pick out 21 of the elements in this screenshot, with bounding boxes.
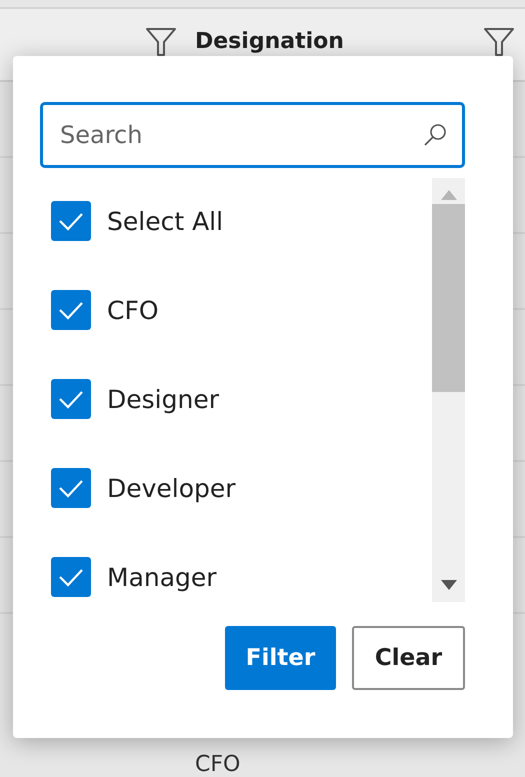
checkbox[interactable]	[51, 290, 91, 330]
scrollbar-thumb[interactable]	[432, 204, 465, 392]
checkbox[interactable]	[51, 468, 91, 508]
checkbox-label[interactable]: Developer	[107, 474, 236, 502]
checkbox[interactable]	[51, 201, 91, 241]
column-header[interactable]: Designation	[195, 27, 344, 57]
clear-button[interactable]: Clear	[352, 626, 465, 690]
table-cell: CFO	[195, 752, 240, 777]
checkbox-label[interactable]: Manager	[107, 562, 217, 592]
filter-icon[interactable]	[483, 27, 515, 57]
checkbox-label[interactable]: Select All	[107, 206, 224, 236]
checkbox-label[interactable]: Designer	[107, 384, 219, 414]
checkbox[interactable]	[51, 379, 91, 419]
search-icon	[422, 122, 448, 148]
filter-button[interactable]: Filter	[225, 626, 336, 690]
filter-icon[interactable]	[145, 27, 177, 57]
scrollbar[interactable]	[432, 178, 465, 602]
checkbox-label[interactable]: CFO	[107, 296, 159, 324]
scroll-down-icon[interactable]	[440, 580, 456, 590]
checkbox[interactable]	[51, 557, 91, 597]
search-field[interactable]: Search	[40, 102, 465, 168]
